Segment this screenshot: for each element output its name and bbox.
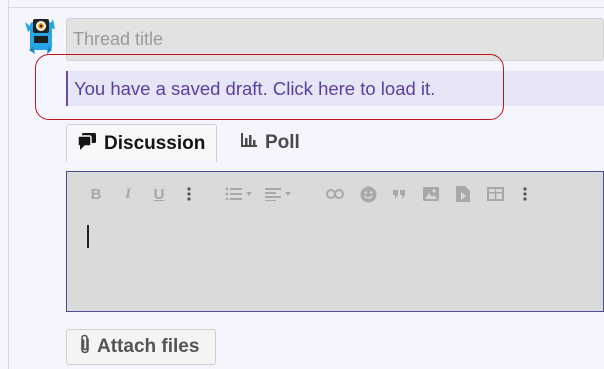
underline-button[interactable]: U xyxy=(152,185,166,203)
more-options-button[interactable] xyxy=(520,185,530,203)
attach-files-label: Attach files xyxy=(97,336,200,357)
quote-button[interactable] xyxy=(392,185,406,203)
image-icon xyxy=(423,187,439,201)
tab-discussion[interactable]: Discussion xyxy=(66,124,217,162)
message-editor[interactable]: B I U xyxy=(66,171,604,312)
vertical-ellipsis-icon xyxy=(187,187,191,201)
table-icon xyxy=(486,187,504,201)
image-button[interactable] xyxy=(423,185,439,203)
thread-title-input[interactable] xyxy=(66,18,604,61)
quote-icon xyxy=(393,190,405,199)
link-icon xyxy=(326,189,344,199)
italic-button[interactable]: I xyxy=(121,185,135,203)
more-text-options-button[interactable] xyxy=(184,185,194,203)
attach-files-button[interactable]: Attach files xyxy=(66,329,216,365)
text-cursor xyxy=(87,225,89,248)
underline-icon: U xyxy=(153,185,165,203)
align-left-icon xyxy=(265,188,291,201)
link-button[interactable] xyxy=(326,185,344,203)
left-divider xyxy=(8,0,9,369)
tab-discussion-label: Discussion xyxy=(104,132,206,154)
bold-icon: B xyxy=(90,185,102,203)
media-button[interactable] xyxy=(456,185,470,203)
top-divider xyxy=(8,7,604,8)
avatar xyxy=(22,16,58,54)
italic-icon: I xyxy=(125,185,131,202)
poll-chart-icon xyxy=(240,132,258,154)
list-icon xyxy=(225,187,252,201)
align-button[interactable] xyxy=(265,185,295,203)
paperclip-icon xyxy=(79,334,91,360)
tab-poll-label: Poll xyxy=(265,132,300,153)
tab-poll[interactable]: Poll xyxy=(240,124,300,162)
list-button[interactable] xyxy=(225,185,255,203)
bold-button[interactable]: B xyxy=(89,185,103,203)
saved-draft-notice[interactable]: You have a saved draft. Click here to lo… xyxy=(66,71,604,106)
smilie-icon xyxy=(360,186,376,202)
editor-toolbar: B I U xyxy=(67,172,603,216)
smilie-button[interactable] xyxy=(359,185,377,203)
vertical-ellipsis-icon xyxy=(523,187,527,201)
discussion-icon xyxy=(77,132,97,156)
media-file-icon xyxy=(456,186,470,202)
table-button[interactable] xyxy=(486,185,504,203)
